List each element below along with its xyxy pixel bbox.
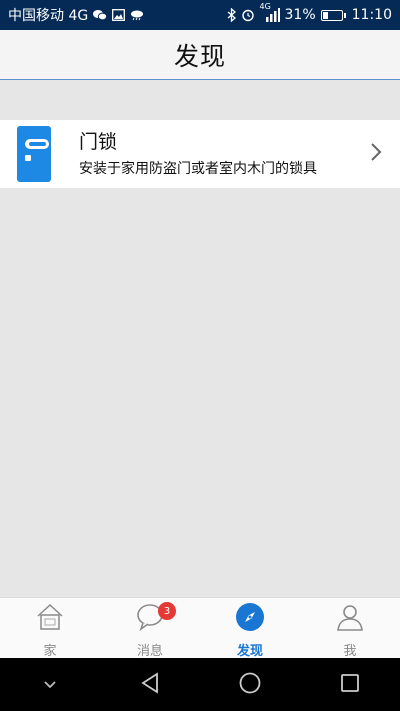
item-text: 门锁 安装于家用防盗门或者室内木门的锁具	[79, 130, 317, 178]
image-icon	[112, 9, 126, 21]
weather-icon	[130, 9, 144, 21]
person-icon	[335, 602, 365, 636]
home-circle-icon	[239, 672, 261, 698]
list-item-door-lock[interactable]: 门锁 安装于家用防盗门或者室内木门的锁具	[0, 120, 400, 188]
nav-label-discover: 发现	[236, 644, 263, 659]
nav-item-me[interactable]: 我	[300, 598, 400, 659]
nav-label-home: 家	[43, 644, 57, 659]
collapse-button[interactable]	[30, 665, 70, 705]
alarm-icon	[241, 8, 255, 22]
chevron-down-icon	[43, 675, 57, 694]
page-title: 发现	[173, 41, 226, 71]
battery-percent: 31%	[284, 7, 316, 23]
carrier-label: 中国移动 4G	[8, 8, 89, 24]
android-nav-bar	[0, 658, 400, 711]
clock-time: 11:10	[351, 7, 392, 23]
status-right: 4G 31% 11:10	[227, 2, 392, 23]
nav-item-home[interactable]: 家	[0, 598, 100, 659]
recents-icon	[340, 673, 360, 697]
battery-icon	[320, 9, 346, 21]
wechat-icon	[93, 9, 108, 21]
unread-badge: 3	[158, 602, 176, 620]
header: 发现	[0, 30, 400, 80]
back-icon	[140, 671, 160, 698]
bottom-nav: 家 3 消息 发现 我	[0, 597, 400, 659]
door-lock-icon	[17, 124, 51, 184]
compass-icon	[235, 602, 265, 636]
status-bar: 中国移动 4G 4G 31% 11:10	[0, 0, 400, 30]
bluetooth-icon	[227, 8, 236, 22]
item-title: 门锁	[79, 131, 118, 153]
chevron-right-icon	[370, 142, 382, 166]
home-icon	[35, 602, 65, 636]
recents-button[interactable]	[330, 665, 370, 705]
nav-label-messages: 消息	[136, 644, 163, 659]
battery-level	[322, 11, 328, 19]
network-type-label: 4G	[259, 2, 271, 11]
nav-item-discover[interactable]: 发现	[200, 598, 300, 659]
back-button[interactable]	[130, 665, 170, 705]
home-button[interactable]	[230, 665, 270, 705]
item-description: 安装于家用防盗门或者室内木门的锁具	[79, 161, 317, 177]
nav-label-me: 我	[343, 644, 357, 659]
nav-item-messages[interactable]: 3 消息	[100, 598, 200, 659]
signal-icon: 4G	[260, 2, 280, 22]
status-left: 中国移动 4G	[8, 5, 144, 25]
